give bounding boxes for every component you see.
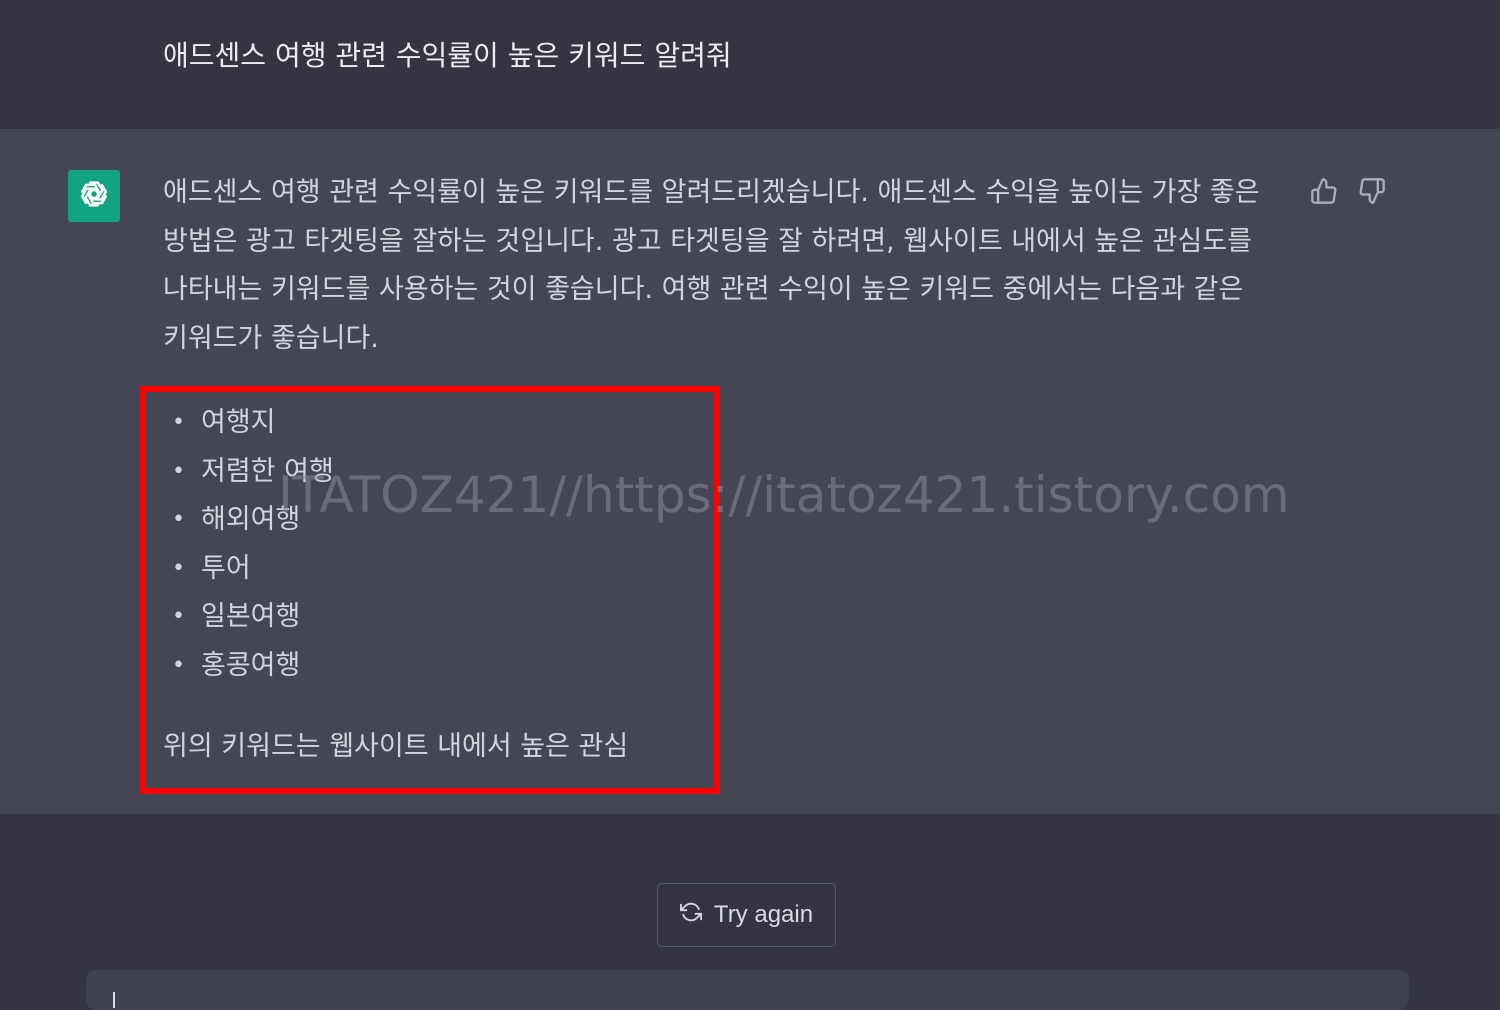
assistant-avatar (68, 170, 120, 222)
try-again-button[interactable]: Try again (657, 883, 836, 947)
keyword-text: 해외여행 (201, 504, 301, 535)
keyword-list: • 여행지 • 저렴한 여행 • 해외여행 • 투어 • 일본여행 • 홍콩여행 (163, 399, 334, 690)
user-message-text: 애드센스 여행 관련 수익률이 높은 키워드 알려줘 (163, 39, 732, 72)
keyword-text: 일본여행 (201, 601, 301, 632)
keyword-text: 홍콩여행 (201, 649, 301, 681)
thumbs-down-icon (1358, 177, 1386, 209)
list-item: • 투어 (163, 545, 334, 594)
list-item: • 저렴한 여행 (163, 448, 334, 497)
list-item: • 홍콩여행 (163, 642, 334, 691)
thumbs-up-button[interactable] (1308, 177, 1340, 209)
try-again-label: Try again (713, 901, 814, 928)
message-input[interactable] (86, 970, 1409, 1010)
bullet-mark: • (172, 410, 185, 435)
thumbs-down-button[interactable] (1356, 177, 1388, 209)
assistant-closing-text: 위의 키워드는 웹사이트 내에서 높은 관심 (163, 731, 629, 762)
text-caret (113, 992, 115, 1008)
bullet-mark: • (172, 652, 185, 678)
assistant-answer-paragraph: 애드센스 여행 관련 수익률이 높은 키워드를 알려드리겠습니다. 애드센스 수… (163, 177, 1260, 354)
bullet-mark: • (172, 555, 185, 581)
list-item: • 해외여행 (163, 496, 334, 545)
bullet-mark: • (172, 507, 185, 532)
list-item: • 여행지 (163, 399, 334, 448)
keyword-text: 투어 (201, 552, 251, 584)
bullet-mark: • (172, 604, 185, 629)
thumbs-up-icon (1310, 177, 1338, 209)
keyword-text: 저렴한 여행 (201, 455, 334, 487)
assistant-message-row: 애드센스 여행 관련 수익률이 높은 키워드를 알려드리겠습니다. 애드센스 수… (0, 129, 1500, 814)
list-item: • 일본여행 (163, 593, 334, 642)
bullet-mark: • (172, 458, 185, 484)
openai-logo-icon (75, 175, 113, 217)
refresh-icon (679, 901, 702, 930)
user-message-row: 애드센스 여행 관련 수익률이 높은 키워드 알려줘 (0, 0, 1500, 129)
keyword-text: 여행지 (201, 407, 276, 438)
